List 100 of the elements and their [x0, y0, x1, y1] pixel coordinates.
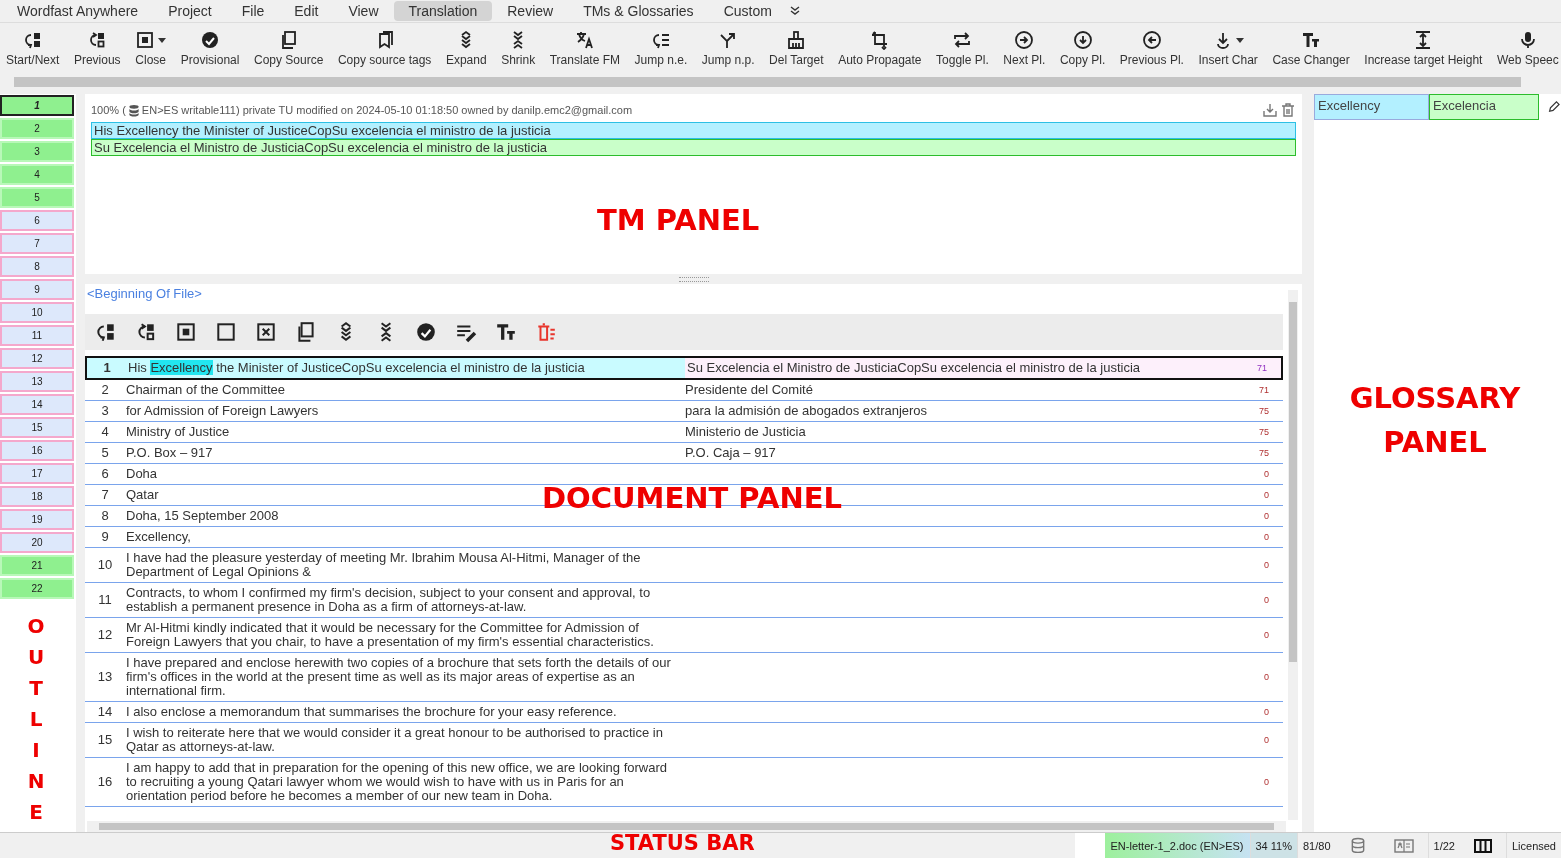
- segment-number[interactable]: 11: [85, 593, 125, 607]
- tm-source: His Excellency the Minister of JusticeCopSu excelencia el ministro de la justicia: [91, 122, 1296, 139]
- outline-item[interactable]: 11: [0, 325, 74, 346]
- match-info: 100% (: [91, 104, 126, 116]
- outline-item[interactable]: 1: [0, 95, 74, 116]
- close-icon[interactable]: [255, 321, 277, 343]
- square-icon[interactable]: [175, 321, 197, 343]
- toolbar-button[interactable]: Case Changer: [1272, 29, 1350, 67]
- outline-item[interactable]: 17: [0, 463, 74, 484]
- database-icon[interactable]: [1349, 837, 1366, 854]
- toolbar-button[interactable]: Start/Next: [6, 29, 60, 67]
- toolbar-button[interactable]: Expand: [445, 29, 487, 67]
- segment-number[interactable]: 14: [85, 705, 125, 719]
- outline-item[interactable]: 20: [0, 532, 74, 553]
- book-icon[interactable]: [1393, 837, 1414, 854]
- match-score: 75: [1258, 426, 1270, 439]
- outline-item[interactable]: 12: [0, 348, 74, 369]
- segment-number[interactable]: 4: [85, 425, 125, 439]
- segment-number[interactable]: 9: [85, 530, 125, 544]
- splitter-handle[interactable]: [678, 276, 709, 282]
- toolbar-button[interactable]: Provisional: [180, 29, 240, 67]
- trash-icon[interactable]: [1280, 102, 1296, 118]
- segment-number[interactable]: 12: [85, 628, 125, 642]
- outline-item[interactable]: 4: [0, 164, 74, 185]
- outline-item[interactable]: 8: [0, 256, 74, 277]
- menu-item[interactable]: Wordfast Anywhere: [2, 1, 154, 21]
- toolbar-button[interactable]: Increase target Height: [1364, 29, 1483, 67]
- menu-item[interactable]: TMs & Glossaries: [568, 1, 709, 21]
- copy-icon[interactable]: [295, 321, 317, 343]
- source-text: I also enclose a memorandum that summarises the brochure for your easy reference.: [125, 703, 618, 721]
- columns-icon[interactable]: [1473, 838, 1492, 853]
- match-score: 0: [1263, 594, 1270, 607]
- menu-item[interactable]: Translation: [393, 1, 493, 21]
- source-text: I am happy to add that in preparation for the opening of this new office, we are looking forward to recruiting a young Qatari lawyer whom we would wish to have with us in Paris for an orientation period before he becomes a member of our new team in Doha.: [125, 759, 669, 805]
- segment-number[interactable]: 2: [85, 383, 125, 397]
- outline-item[interactable]: 21: [0, 555, 74, 576]
- outline-item[interactable]: 16: [0, 440, 74, 461]
- double-chevron-icon[interactable]: [788, 5, 801, 17]
- square-icon[interactable]: [215, 321, 237, 343]
- target-text[interactable]: Su Excelencia el Ministro de JusticiaCopSu excelencia el ministro de la justicia: [685, 358, 1241, 378]
- segment-number[interactable]: 15: [85, 733, 125, 747]
- segment-number[interactable]: 1: [87, 358, 127, 378]
- toolbar-button[interactable]: Jump n.p.: [701, 29, 755, 67]
- segment-number[interactable]: 5: [85, 446, 125, 460]
- toolbar-button[interactable]: Previous: [73, 29, 121, 67]
- toolbar-button[interactable]: Toggle Pl.: [936, 29, 989, 67]
- toolbar-button[interactable]: Web Speec: [1496, 29, 1559, 67]
- outline-item[interactable]: 9: [0, 279, 74, 300]
- outline-item[interactable]: 2: [0, 118, 74, 139]
- toolbar-button[interactable]: Close: [135, 29, 167, 67]
- source-text: I have prepared and enclose herewith two copies of a brochure that sets forth the details of our firm's offices in the world at the present time as well as its major areas of expertise as an international firm.: [125, 654, 672, 700]
- outline-item[interactable]: 5: [0, 187, 74, 208]
- menu-item[interactable]: Project: [153, 1, 227, 21]
- toolbar-button[interactable]: Del Target: [769, 29, 824, 67]
- outline-item[interactable]: 10: [0, 302, 74, 323]
- menu-item[interactable]: Review: [492, 1, 569, 21]
- outline-item[interactable]: 15: [0, 417, 74, 438]
- annotation-label: GLOSSARY PANEL: [1348, 380, 1522, 461]
- menu-item[interactable]: Custom: [708, 1, 787, 21]
- loop-arrow-icon[interactable]: [95, 321, 117, 343]
- horizontal-scrollbar[interactable]: [87, 821, 1286, 832]
- toolbar-button[interactable]: Copy source tags: [337, 29, 432, 67]
- toolbar-button[interactable]: Shrink: [501, 29, 536, 67]
- delete-list-icon[interactable]: [535, 321, 557, 343]
- outline-item[interactable]: 6: [0, 210, 74, 231]
- menu-item[interactable]: View: [333, 1, 394, 21]
- text-size-icon[interactable]: [495, 321, 517, 343]
- segment-number[interactable]: 8: [85, 509, 125, 523]
- outline-item[interactable]: 19: [0, 509, 74, 530]
- toolbar-button[interactable]: Jump n.e.: [634, 29, 688, 67]
- toolbar-button[interactable]: Previous Pl.: [1119, 29, 1184, 67]
- target-text[interactable]: para la admisión de abogados extranjeros: [683, 401, 1243, 421]
- check-circle-icon[interactable]: [415, 321, 437, 343]
- outline-item[interactable]: 22: [0, 578, 74, 599]
- outline-item[interactable]: 3: [0, 141, 74, 162]
- segment-number[interactable]: 10: [85, 558, 125, 572]
- menu-item[interactable]: File: [226, 1, 280, 21]
- pencil-icon[interactable]: [1547, 100, 1561, 114]
- outline-item[interactable]: 13: [0, 371, 74, 392]
- segment-number[interactable]: 16: [85, 775, 125, 789]
- toolbar-button[interactable]: Insert Char: [1198, 29, 1258, 67]
- vertical-scrollbar[interactable]: [1288, 290, 1298, 820]
- target-text[interactable]: P.O. Caja – 917: [683, 443, 1243, 463]
- toolbar-button[interactable]: Translate FM: [549, 29, 620, 67]
- target-text[interactable]: Ministerio de Justicia: [683, 422, 1243, 442]
- segment-number[interactable]: 13: [85, 670, 125, 684]
- outline-item[interactable]: 18: [0, 486, 74, 507]
- segment-number[interactable]: 6: [85, 467, 125, 481]
- toolbar-button[interactable]: Auto Propagate: [838, 29, 922, 67]
- segment-number[interactable]: 3: [85, 404, 125, 418]
- segment-number[interactable]: 7: [85, 488, 125, 502]
- toolbar-button[interactable]: Next Pl.: [1003, 29, 1046, 67]
- outline-item[interactable]: 14: [0, 394, 74, 415]
- download-icon[interactable]: [1262, 102, 1278, 118]
- toolbar-button[interactable]: Copy Source: [254, 29, 324, 67]
- target-text[interactable]: Presidente del Comité: [683, 380, 1243, 400]
- outline-item[interactable]: 7: [0, 233, 74, 254]
- toolbar-button[interactable]: Copy Pl.: [1059, 29, 1106, 67]
- menu-item[interactable]: Edit: [279, 1, 334, 21]
- match-info: EN>ES writable111) private TU modified on 2024-05-10 01:18:50 owned by danilp.emc2@gmail.com: [141, 104, 633, 116]
